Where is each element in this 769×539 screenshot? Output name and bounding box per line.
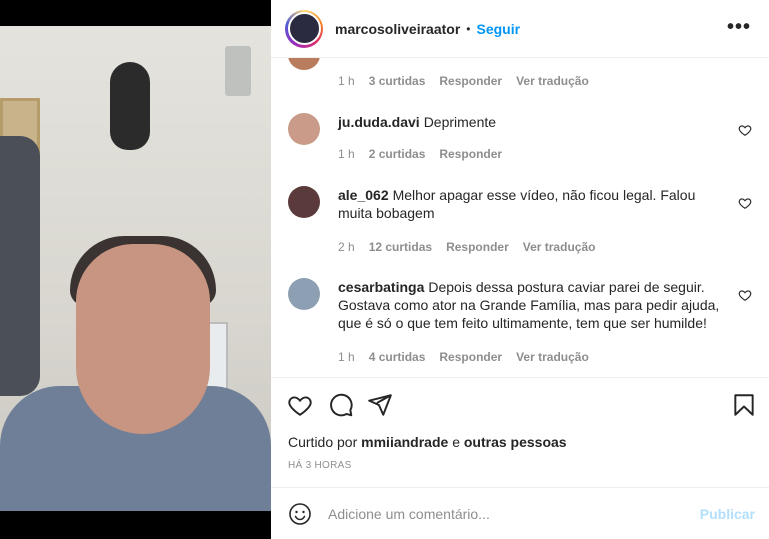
comment-icon[interactable] (328, 392, 354, 418)
comment-body: cesarbatinga Depois dessa postura caviar … (338, 278, 733, 332)
wall-lamp (225, 46, 251, 96)
comment-time: 1 h (338, 74, 355, 88)
comment-username[interactable]: ale_062 (338, 187, 389, 203)
wall-mask (110, 62, 150, 150)
comment-input[interactable] (328, 505, 678, 522)
post-media (0, 0, 271, 539)
heart-icon[interactable] (738, 288, 752, 302)
translate-button[interactable]: Ver tradução (523, 240, 596, 254)
comment-meta: 1 h 2 curtidas Responder (338, 147, 516, 161)
reply-button[interactable]: Responder (439, 74, 502, 88)
comment-time: 1 h (338, 147, 355, 161)
header-separator: • (466, 21, 471, 36)
video-frame[interactable] (0, 26, 271, 511)
comment-meta: 1 h 4 curtidas Responder Ver tradução (338, 350, 603, 364)
comment-avatar[interactable] (288, 186, 320, 218)
author-avatar[interactable] (285, 9, 323, 48)
reply-button[interactable]: Responder (446, 240, 509, 254)
comment-body: ju.duda.davi Deprimente (338, 113, 733, 131)
comment-likes[interactable]: 4 curtidas (369, 350, 426, 364)
bookmark-icon[interactable] (731, 392, 757, 418)
post-actions: Curtido por mmiiandrade e outras pessoas… (271, 377, 769, 487)
reply-button[interactable]: Responder (439, 350, 502, 364)
comment-time: 2 h (338, 240, 355, 254)
comment-avatar[interactable] (288, 113, 320, 145)
reply-button[interactable]: Responder (439, 147, 502, 161)
comment-text: Melhor apagar esse vídeo, não ficou lega… (338, 187, 696, 221)
author-avatar-image (287, 12, 321, 45)
comment-likes[interactable]: 2 curtidas (369, 147, 426, 161)
liked-by-prefix: Curtido por (288, 434, 358, 450)
emoji-icon[interactable] (288, 502, 312, 526)
comment-likes[interactable]: 12 curtidas (369, 240, 432, 254)
comment-avatar[interactable] (288, 58, 320, 70)
comment-username[interactable]: cesarbatinga (338, 279, 424, 295)
liked-by-others[interactable]: outras pessoas (464, 434, 567, 450)
post-panel: marcosoliveiraator • Seguir ••• 1 h 3 cu… (271, 0, 769, 539)
post-time[interactable]: HÁ 3 HORAS (288, 460, 352, 471)
comment-item: ju.duda.davi Deprimente 1 h 2 curtidas Re… (288, 113, 758, 173)
heart-icon[interactable] (287, 392, 313, 418)
comment-avatar[interactable] (288, 278, 320, 310)
comment-time: 1 h (338, 350, 355, 364)
more-icon[interactable]: ••• (727, 16, 751, 39)
share-icon[interactable] (367, 392, 393, 418)
comment-text: Deprimente (423, 114, 497, 130)
comment-item: ale_062 Melhor apagar esse vídeo, não fic… (288, 186, 758, 256)
heart-icon[interactable] (738, 123, 752, 137)
post-header: marcosoliveiraator • Seguir ••• (271, 0, 769, 58)
comment-username[interactable]: ju.duda.davi (338, 114, 420, 130)
comment-body: ale_062 Melhor apagar esse vídeo, não fic… (338, 186, 733, 222)
liked-by-user[interactable]: mmiiandrade (361, 434, 448, 450)
liked-by: Curtido por mmiiandrade e outras pessoas (288, 434, 567, 450)
translate-button[interactable]: Ver tradução (516, 74, 589, 88)
comment-item: cesarbatinga Depois dessa postura caviar … (288, 278, 758, 368)
comments-list: 1 h 3 curtidas Responder Ver tradução ju… (271, 58, 769, 376)
comment-meta: 2 h 12 curtidas Responder Ver tradução (338, 240, 609, 254)
translate-button[interactable]: Ver tradução (516, 350, 589, 364)
comment-meta: 1 h 3 curtidas Responder Ver tradução (338, 74, 603, 88)
publish-button[interactable]: Publicar (700, 506, 755, 522)
background-person (0, 136, 40, 396)
author-username[interactable]: marcosoliveiraator (335, 21, 460, 37)
comment-likes[interactable]: 3 curtidas (369, 74, 426, 88)
follow-button[interactable]: Seguir (477, 21, 521, 37)
person-head (76, 244, 210, 434)
heart-icon[interactable] (738, 196, 752, 210)
liked-by-conj: e (452, 434, 460, 450)
add-comment-bar: Publicar (271, 487, 769, 539)
